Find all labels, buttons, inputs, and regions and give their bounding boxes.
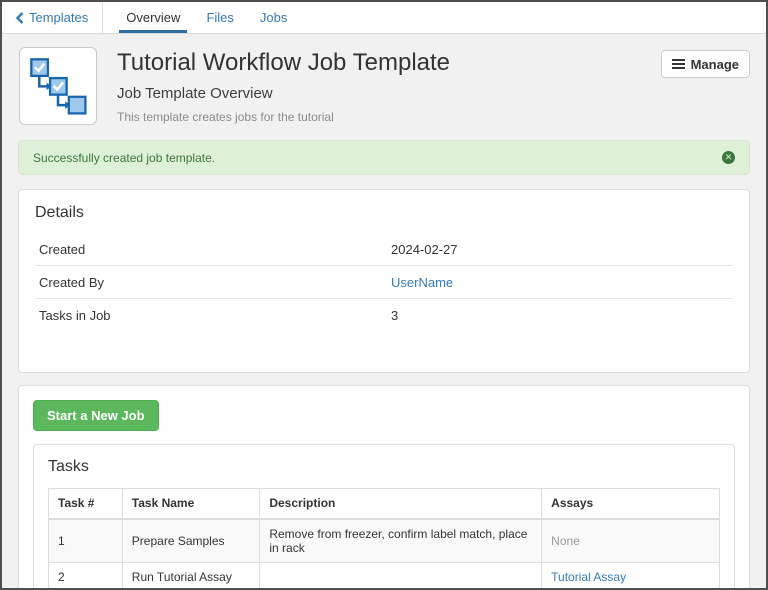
detail-value-tasks-in-job: 3 — [391, 308, 398, 323]
task-2-description — [260, 562, 542, 590]
tab-jobs-label: Jobs — [260, 10, 287, 25]
tasks-heading: Tasks — [48, 458, 720, 476]
template-header: Tutorial Workflow Job Template Job Templ… — [2, 34, 766, 133]
chevron-left-icon — [16, 12, 24, 24]
task-2-num: 2 — [49, 562, 123, 590]
workflow-checklist-icon — [27, 55, 89, 117]
page-description: This template creates jobs for the tutor… — [117, 110, 641, 124]
detail-label-created-by: Created By — [39, 275, 391, 290]
detail-row-created: Created 2024-02-27 — [35, 233, 733, 266]
tab-overview-label: Overview — [126, 10, 180, 25]
tab-bar: Overview Files Jobs — [103, 2, 290, 33]
task-row-1: 1 Prepare Samples Remove from freezer, c… — [49, 519, 720, 563]
success-alert: Successfully created job template. ✕ — [18, 140, 750, 175]
task-1-name: Prepare Samples — [122, 519, 260, 563]
column-header-assays: Assays — [542, 489, 720, 519]
detail-row-created-by: Created By UserName — [35, 266, 733, 299]
app-window: Templates Overview Files Jobs — [0, 0, 768, 590]
tasks-panel: Tasks Task # Task Name Description Assay… — [33, 444, 735, 590]
column-header-description: Description — [260, 489, 542, 519]
task-1-description: Remove from freezer, confirm label match… — [260, 519, 542, 563]
task-1-assay: None — [542, 519, 720, 563]
created-by-user-link[interactable]: UserName — [391, 275, 453, 290]
tasks-table-header-row: Task # Task Name Description Assays — [49, 489, 720, 519]
tab-jobs[interactable]: Jobs — [257, 2, 290, 33]
tasks-table: Task # Task Name Description Assays 1 Pr… — [48, 488, 720, 590]
column-header-task-num: Task # — [49, 489, 123, 519]
page-title: Tutorial Workflow Job Template — [117, 49, 641, 77]
alert-close-icon[interactable]: ✕ — [722, 151, 735, 164]
manage-button[interactable]: Manage — [661, 50, 750, 78]
hamburger-menu-icon — [672, 57, 685, 71]
detail-row-tasks-in-job: Tasks in Job 3 — [35, 299, 733, 332]
tab-files[interactable]: Files — [203, 2, 236, 33]
template-icon-box — [19, 47, 97, 125]
task-row-2: 2 Run Tutorial Assay Tutorial Assay — [49, 562, 720, 590]
page-subtitle: Job Template Overview — [117, 85, 641, 102]
header-text-block: Tutorial Workflow Job Template Job Templ… — [117, 47, 641, 125]
top-navbar: Templates Overview Files Jobs — [2, 2, 766, 34]
detail-value-created: 2024-02-27 — [391, 242, 458, 257]
task-1-num: 1 — [49, 519, 123, 563]
task-2-name: Run Tutorial Assay — [122, 562, 260, 590]
manage-button-label: Manage — [691, 57, 739, 72]
jobs-panel: Start a New Job Tasks Task # Task Name D… — [18, 385, 750, 590]
tab-overview[interactable]: Overview — [123, 2, 183, 33]
column-header-task-name: Task Name — [122, 489, 260, 519]
success-alert-message: Successfully created job template. — [33, 151, 215, 165]
back-link-label: Templates — [29, 10, 88, 25]
detail-label-created: Created — [39, 242, 391, 257]
details-panel: Details Created 2024-02-27 Created By Us… — [18, 189, 750, 373]
details-heading: Details — [35, 204, 733, 222]
tutorial-assay-link[interactable]: Tutorial Assay — [551, 570, 626, 584]
detail-label-tasks-in-job: Tasks in Job — [39, 308, 391, 323]
task-2-assay-cell: Tutorial Assay — [542, 562, 720, 590]
tab-files-label: Files — [206, 10, 233, 25]
back-to-templates-link[interactable]: Templates — [16, 2, 102, 33]
start-new-job-button[interactable]: Start a New Job — [33, 400, 159, 431]
